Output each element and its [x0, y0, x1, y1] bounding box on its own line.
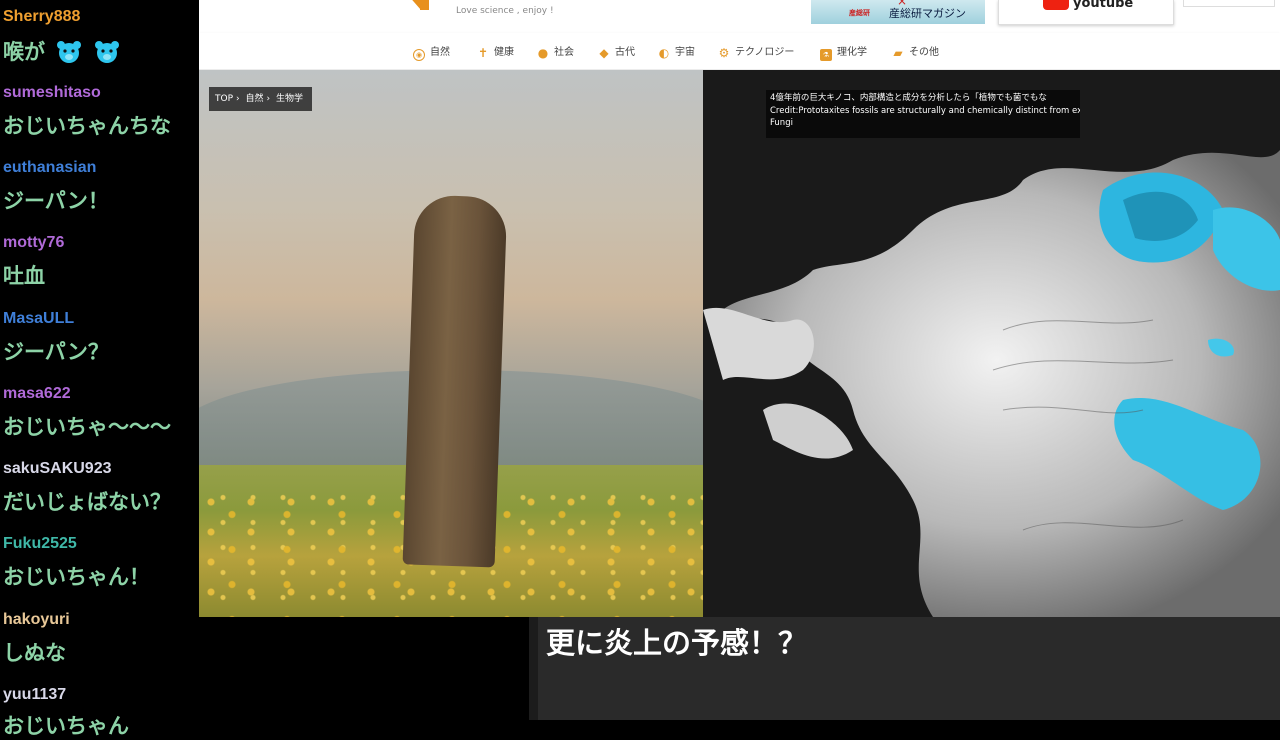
- nav-item-other[interactable]: ▰ その他: [892, 43, 939, 59]
- fossil-3d-render: [703, 70, 1280, 617]
- site-tagline: Love science , enjoy !: [456, 6, 554, 16]
- chat-message: おじいちゃん: [3, 714, 129, 738]
- nav-item-space[interactable]: ◐ 宇宙: [658, 43, 695, 59]
- bear-emoji-icon: [57, 41, 82, 63]
- nav-item-label: 自然: [430, 47, 450, 58]
- book-icon: ▰: [893, 46, 903, 60]
- chat-username: yuu1137: [3, 686, 67, 703]
- chat-message-text: 喉が: [3, 40, 45, 64]
- chat-message: だいじょばない？: [3, 490, 171, 514]
- browser-viewport: Love science , enjoy ! × 産総研 産総研マガジン you…: [199, 0, 1280, 617]
- leaf-circle-icon: ◉: [413, 49, 425, 61]
- nav-item-label: 古代: [615, 47, 635, 58]
- person-icon: ✝: [477, 46, 489, 60]
- aist-brand-label: 産総研: [849, 9, 870, 17]
- nav-item-technology[interactable]: ⚙ テクノロジー: [718, 43, 795, 60]
- chat-message: おじいちゃん！: [3, 565, 150, 589]
- youtube-play-icon: [1043, 0, 1069, 10]
- breadcrumb-item-nature[interactable]: 自然: [246, 94, 264, 104]
- chat-username: hakoyuri: [3, 611, 70, 628]
- chat-username: euthanasian: [3, 159, 97, 176]
- fossil-structure-graphic: [703, 150, 1280, 617]
- chat-username: MasaULL: [3, 310, 75, 327]
- youtube-banner[interactable]: youtube: [998, 0, 1174, 25]
- chat-message: ジーパン！: [3, 189, 109, 213]
- aist-banner-title: 産総研マガジン: [889, 7, 966, 20]
- chat-username: sumeshitaso: [3, 84, 101, 101]
- arrowhead-icon: ◆: [599, 46, 609, 60]
- site-header: Love science , enjoy ! × 産総研 産総研マガジン you…: [199, 0, 1280, 33]
- chat-message: 喉が: [3, 36, 120, 66]
- fungus-pillar: [402, 194, 508, 568]
- chat-message: ジーパン？: [3, 340, 109, 364]
- chevron-right-icon: ›: [266, 94, 271, 104]
- chevron-right-icon: ›: [236, 94, 240, 104]
- breadcrumb-item-biology[interactable]: 生物学: [276, 94, 303, 104]
- nav-item-nature[interactable]: ◉ 自然: [413, 43, 450, 61]
- chat-username: Sherry888: [3, 8, 81, 25]
- nav-item-label: 理化学: [837, 47, 867, 58]
- stream-subtitle: 更に炎上の予感！？: [546, 626, 808, 660]
- caption-line: Credit:Prototaxites fossils are structur…: [770, 105, 1080, 116]
- nav-item-label: 健康: [494, 47, 514, 58]
- chat-message: 吐血: [3, 264, 45, 288]
- caption-line: Fungi: [770, 118, 793, 128]
- chat-username: masa622: [3, 385, 71, 402]
- chat-message: おじいちゃ～～～: [3, 415, 171, 439]
- chat-username: Fuku2525: [3, 535, 77, 552]
- nav-item-society[interactable]: ● 社会: [537, 43, 574, 59]
- aist-magazine-banner[interactable]: × 産総研 産総研マガジン: [811, 0, 985, 24]
- nav-item-label: テクノロジー: [735, 47, 795, 58]
- image-caption: 4億年前の巨大キノコ、内部構造と成分を分析したら「植物でも菌でもな Credit…: [766, 90, 1080, 138]
- caption-line: 4億年前の巨大キノコ、内部構造と成分を分析したら「植物でも菌でもな: [770, 93, 1047, 103]
- globe-icon: ●: [537, 46, 549, 60]
- nav-item-label: 宇宙: [675, 47, 695, 58]
- bear-emoji-icon: [94, 41, 119, 63]
- breadcrumb-item-top[interactable]: TOP: [215, 94, 233, 104]
- nav-item-health[interactable]: ✝ 健康: [477, 43, 514, 59]
- youtube-banner-label: youtube: [1073, 0, 1134, 11]
- robot-icon: ⚙: [718, 46, 730, 60]
- chat-message: しぬな: [3, 641, 66, 665]
- nav-item-label: 社会: [554, 47, 574, 58]
- site-logo[interactable]: [407, 0, 421, 10]
- search-box[interactable]: [1183, 0, 1275, 7]
- nav-item-ancient[interactable]: ◆ 古代: [598, 43, 635, 59]
- site-logo-part: [420, 0, 429, 10]
- chat-username: sakuSAKU923: [3, 460, 112, 477]
- article-hero-image: [199, 70, 1280, 617]
- planet-icon: ◐: [658, 46, 670, 60]
- chat-message: おじいちゃんちな: [3, 114, 171, 138]
- prototaxites-reconstruction-photo: [199, 70, 703, 617]
- nav-item-science[interactable]: ⚗ 理化学: [820, 43, 867, 61]
- chat-username: motty76: [3, 234, 65, 251]
- breadcrumb: TOP › 自然 › 生物学: [209, 87, 313, 111]
- category-nav: ◉ 自然 ✝ 健康 ● 社会 ◆ 古代 ◐ 宇宙 ⚙ テクノロジー ⚗ 理化学 ▰ その他: [199, 33, 1280, 70]
- nav-item-label: その他: [909, 47, 939, 58]
- flask-square-icon: ⚗: [820, 49, 832, 61]
